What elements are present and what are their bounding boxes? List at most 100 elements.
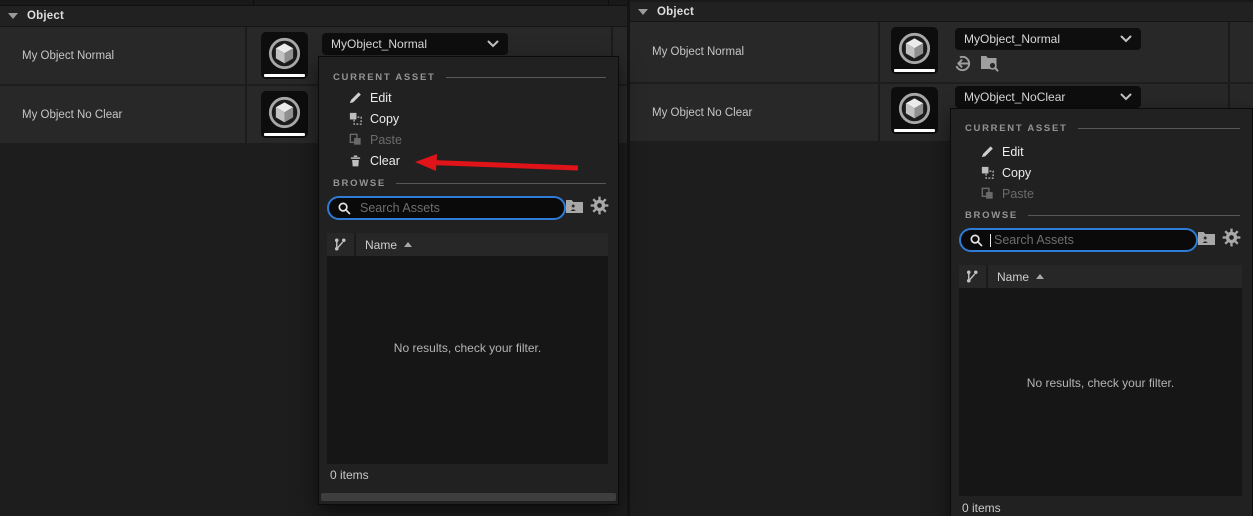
asset-thumbnail[interactable]: [261, 32, 308, 79]
menu-item-paste: Paste: [319, 130, 618, 150]
property-label: My Object Normal: [22, 50, 114, 62]
search-assets-field: [959, 228, 1198, 252]
items-count: 0 items: [330, 468, 369, 482]
property-label: My Object No Clear: [22, 109, 122, 121]
asset-color-stripe: [894, 69, 935, 72]
name-value-divider: [245, 86, 247, 143]
empty-results-text: No results, check your filter.: [394, 341, 541, 355]
asset-list: No results, check your filter.: [327, 256, 608, 464]
section-line: [1078, 128, 1240, 129]
combo-selected-value: MyObject_NoClear: [964, 90, 1065, 104]
section-line: [396, 183, 606, 184]
menu-item-edit[interactable]: Edit: [319, 88, 618, 108]
category-header-object[interactable]: Object: [630, 2, 1253, 22]
asset-color-stripe: [264, 74, 305, 77]
folder-icon: [1197, 229, 1216, 246]
asset-combo[interactable]: MyObject_Normal: [955, 28, 1141, 50]
paste-icon: [978, 186, 996, 206]
column-type-header[interactable]: [327, 233, 356, 256]
asset-list-header: Name: [327, 233, 608, 256]
items-count: 0 items: [962, 501, 1001, 515]
property-label: My Object No Clear: [652, 107, 752, 119]
category-title: Object: [27, 10, 64, 22]
asset-list-header: Name: [959, 265, 1242, 288]
cube-icon: [896, 30, 933, 67]
name-value-divider: [878, 22, 880, 82]
section-current-asset: CURRENT ASSET: [965, 121, 1240, 135]
section-label: CURRENT ASSET: [965, 123, 1068, 134]
copy-icon: [346, 111, 364, 131]
asset-color-stripe: [264, 133, 305, 136]
category-title: Object: [657, 6, 694, 18]
chevron-down-icon: [487, 40, 499, 48]
section-current-asset: CURRENT ASSET: [333, 70, 606, 84]
asset-thumbnail[interactable]: [891, 87, 938, 134]
combo-selected-value: MyObject_Normal: [331, 37, 427, 51]
asset-list: No results, check your filter.: [959, 288, 1242, 496]
empty-results-text: No results, check your filter.: [1027, 376, 1174, 390]
section-browse: BROWSE: [333, 176, 606, 190]
cube-icon: [266, 35, 303, 72]
edit-icon: [978, 144, 996, 164]
cube-icon: [896, 90, 933, 127]
collapse-arrow-icon: [638, 9, 648, 15]
sort-ascending-icon: [404, 242, 412, 247]
edit-icon: [346, 90, 364, 110]
hierarchy-icon: [965, 269, 980, 284]
column-name-header[interactable]: Name: [988, 270, 1044, 284]
column-type-header[interactable]: [959, 265, 988, 288]
name-value-divider: [878, 84, 880, 141]
cube-icon: [266, 94, 303, 131]
hierarchy-icon: [333, 237, 348, 252]
browse-to-asset-button[interactable]: [979, 53, 999, 73]
paste-icon: [346, 132, 364, 152]
menu-item-edit[interactable]: Edit: [951, 142, 1252, 162]
search-icon: [337, 201, 352, 216]
screenshot-root: Object My Object Normal My Object No Cle…: [0, 0, 1253, 516]
section-label: BROWSE: [333, 178, 386, 189]
horizontal-scrollbar[interactable]: [321, 493, 616, 501]
search-assets-field: [327, 196, 566, 220]
asset-combo[interactable]: MyObject_Normal: [322, 33, 508, 55]
collapse-arrow-icon: [8, 13, 18, 19]
use-selected-asset-button[interactable]: [953, 54, 973, 74]
menu-item-copy[interactable]: Copy: [319, 109, 618, 129]
search-icon: [969, 233, 984, 248]
view-options-button[interactable]: [590, 196, 610, 216]
copy-icon: [978, 165, 996, 185]
folder-magnifier-icon: [979, 53, 999, 72]
folder-icon: [565, 197, 584, 214]
section-label: BROWSE: [965, 210, 1018, 221]
asset-color-stripe: [894, 129, 935, 132]
search-assets-input[interactable]: [358, 200, 564, 216]
asset-thumbnail[interactable]: [261, 91, 308, 138]
asset-thumbnail[interactable]: [891, 27, 938, 74]
asset-picker-menu: CURRENT ASSET Edit Copy Paste BROWSE: [950, 108, 1253, 516]
section-line: [1028, 215, 1240, 216]
circle-left-arrow-icon: [953, 54, 972, 73]
browse-folder-button[interactable]: [1197, 229, 1217, 249]
section-label: CURRENT ASSET: [333, 72, 436, 83]
asset-picker-menu: CURRENT ASSET Edit Copy Paste Clear: [318, 56, 619, 505]
asset-combo[interactable]: MyObject_NoClear: [955, 86, 1141, 108]
column-divider: [253, 0, 254, 5]
column-name-header[interactable]: Name: [356, 238, 412, 252]
gear-icon: [1222, 228, 1241, 247]
sort-ascending-icon: [1036, 274, 1044, 279]
column-divider: [608, 0, 609, 5]
chevron-down-icon: [1120, 35, 1132, 43]
property-label: My Object Normal: [652, 46, 744, 58]
property-row: My Object Normal: [630, 22, 1253, 82]
clear-icon: [346, 153, 364, 173]
menu-item-paste: Paste: [951, 184, 1252, 204]
browse-folder-button[interactable]: [565, 197, 585, 217]
text-caret: [990, 234, 991, 247]
category-header-object[interactable]: Object: [0, 6, 627, 27]
search-assets-input[interactable]: [992, 232, 1196, 248]
gear-icon: [590, 196, 609, 215]
menu-item-copy[interactable]: Copy: [951, 163, 1252, 183]
menu-item-clear[interactable]: Clear: [319, 151, 618, 171]
view-options-button[interactable]: [1222, 228, 1242, 248]
section-browse: BROWSE: [965, 208, 1240, 222]
reset-column-divider: [1228, 22, 1230, 82]
